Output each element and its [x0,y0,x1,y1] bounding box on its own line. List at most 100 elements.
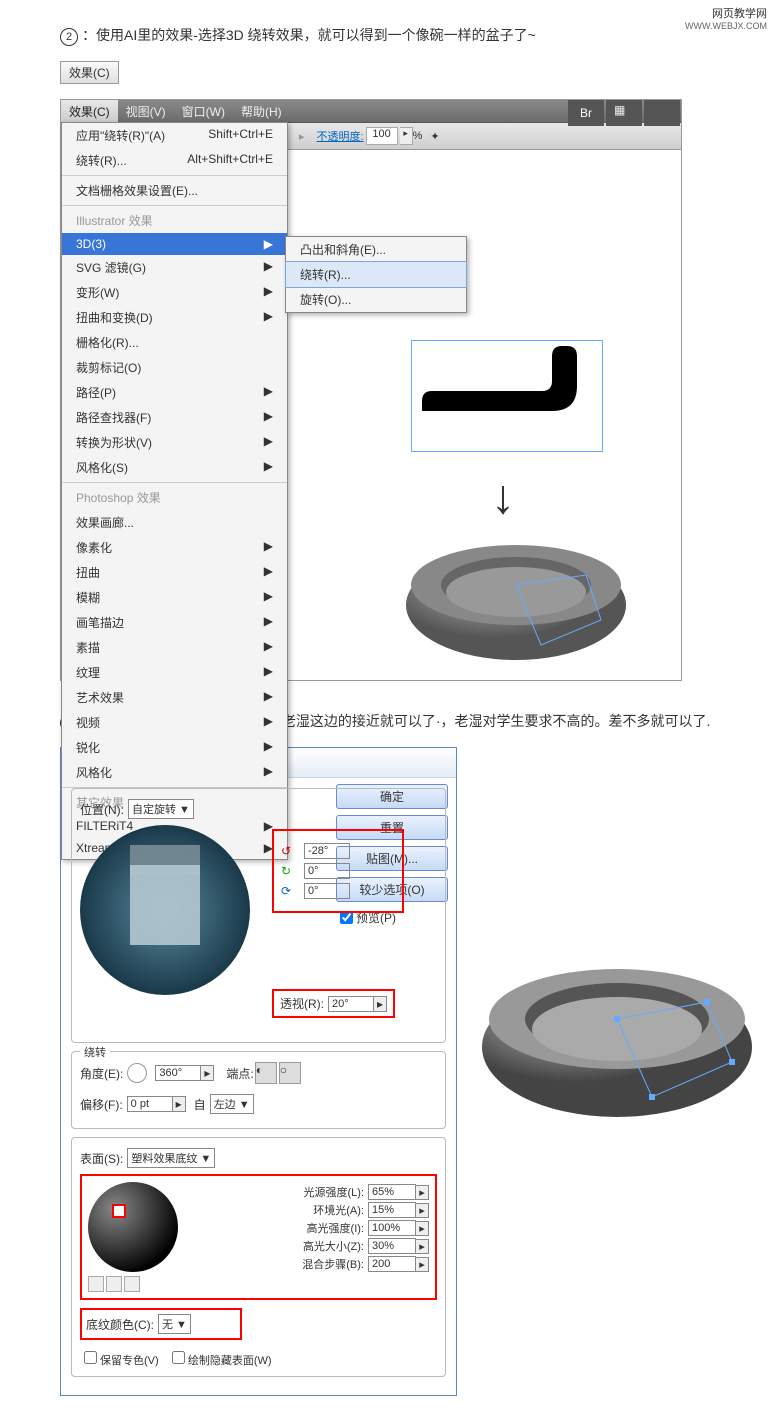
highlight-size-input[interactable]: 30% [368,1238,416,1254]
li-stepper[interactable]: ▸ [416,1185,429,1200]
offset-input[interactable]: 0 pt [127,1096,173,1112]
draw-hidden-label: 绘制隐藏表面(W) [188,1355,272,1367]
light-delete-icon[interactable] [124,1276,140,1292]
light-new-icon[interactable] [106,1276,122,1292]
rotation-angles: ↺ -28° ↻ 0° ⟳ 0° [272,829,404,913]
ambient-input[interactable]: 15% [368,1202,416,1218]
highlight-intensity-label: 高光强度(I): [307,1220,364,1236]
position-select[interactable]: 自定旋转 ▼ [128,799,194,819]
perspective-stepper[interactable]: ▸ [374,996,387,1012]
effect-dropdown: 应用"绕转(R)"(A)Shift+Ctrl+E 绕转(R)...Alt+Shi… [61,122,288,860]
angle-input[interactable]: 360° [155,1065,201,1081]
y-axis-icon: ↻ [278,863,294,879]
opacity-label: 不透明度: [317,128,364,144]
keep-spot-label: 保留专色(V) [100,1355,159,1367]
menu-help[interactable]: 帮助(H) [233,100,290,122]
menu-window[interactable]: 窗口(W) [174,100,233,122]
opacity-stepper[interactable]: ▸ [400,127,413,145]
dd-sharpen[interactable]: 锐化▶ [62,735,287,760]
sm-extrude[interactable]: 凸出和斜角(E)... [286,237,466,262]
hs-stepper[interactable]: ▸ [416,1239,429,1254]
cap-off-icon[interactable]: ○ [279,1062,301,1084]
dd-svg[interactable]: SVG 滤镜(G)▶ [62,255,287,280]
effect-button[interactable]: 效果(C) [60,61,119,84]
dd-revolve[interactable]: 绕转(R)...Alt+Shift+Ctrl+E [62,148,287,173]
menu-effect[interactable]: 效果(C) [61,100,118,122]
dd-gallery[interactable]: 效果画廊... [62,510,287,535]
offset-label: 偏移(F): [80,1096,123,1113]
blend-steps-label: 混合步骤(B): [302,1256,364,1272]
z-axis-icon: ⟳ [278,883,294,899]
dd-ps-header: Photoshop 效果 [62,485,287,510]
menu-view[interactable]: 视图(V) [118,100,174,122]
amb-stepper[interactable]: ▸ [416,1203,429,1218]
dd-3d[interactable]: 3D(3)▶ [62,233,287,255]
dd-distort-ps[interactable]: 扭曲▶ [62,560,287,585]
dd-distort[interactable]: 扭曲和变换(D)▶ [62,305,287,330]
blend-steps-input[interactable]: 200 [368,1256,416,1272]
watermark-line1: 网页教学网 [685,5,767,21]
watermark: 网页教学网 WWW.WEBJX.COM [685,5,767,31]
from-select[interactable]: 左边 ▼ [210,1094,254,1114]
rotation-preview[interactable] [80,825,250,995]
bs-stepper[interactable]: ▸ [416,1257,429,1272]
screenshot-1: 效果(C) 视图(V) 窗口(W) 帮助(H) Br ▦ ▸ 不透明度: 100… [60,99,682,681]
sm-revolve[interactable]: 绕转(R)... [285,261,467,288]
dd-sketch[interactable]: 素描▶ [62,635,287,660]
submenu-3d: 凸出和斜角(E)... 绕转(R)... 旋转(O)... [285,236,467,313]
dd-blur[interactable]: 模糊▶ [62,585,287,610]
surface-select[interactable]: 塑料效果底纹 ▼ [127,1148,215,1168]
cap-on-icon[interactable]: ◐ [255,1062,277,1084]
dd-rasterize[interactable]: 栅格化(R)... [62,330,287,355]
dd-path[interactable]: 路径(P)▶ [62,380,287,405]
x-axis-icon: ↺ [278,843,294,859]
br-icon[interactable]: Br [568,100,604,126]
shade-color-label: 底纹颜色(C): [86,1316,154,1333]
light-back-icon[interactable] [88,1276,104,1292]
revolve-section-label: 绕转 [80,1044,110,1060]
dd-apply[interactable]: 应用"绕转(R)"(A)Shift+Ctrl+E [62,123,287,148]
position-label: 位置(N): [80,801,124,818]
dd-brush[interactable]: 画笔描边▶ [62,610,287,635]
offset-stepper[interactable]: ▸ [173,1096,186,1112]
result-bowl-2 [477,947,757,1127]
dd-pathfinder[interactable]: 路径查找器(F)▶ [62,405,287,430]
wand-icon[interactable]: ✦ [430,130,439,143]
percent-label: % [413,130,423,142]
surface-label: 表面(S): [80,1150,123,1167]
revolve-dialog: 3D 绕转选项 确定 重置 贴图(M)... 较少选项(O) 预览(P) 位置(… [60,747,457,1396]
dd-video[interactable]: 视频▶ [62,710,287,735]
dd-convert[interactable]: 转换为形状(V)▶ [62,430,287,455]
layout-icon[interactable]: ▦ [606,100,642,126]
angle-stepper[interactable]: ▸ [201,1065,214,1081]
ambient-label: 环境光(A): [313,1202,364,1218]
shade-color-select[interactable]: 无 ▼ [158,1314,191,1334]
dd-texture[interactable]: 纹理▶ [62,660,287,685]
draw-hidden-checkbox[interactable] [172,1351,185,1364]
perspective-input[interactable]: 20° [328,996,374,1012]
z-angle-input[interactable]: 0° [304,883,350,899]
from-label: 自 [194,1096,206,1113]
dd-ill-header: Illustrator 效果 [62,208,287,233]
dd-stylize-ai[interactable]: 风格化(S)▶ [62,455,287,480]
step2-text: 2：使用AI里的效果-选择3D 绕转效果，就可以得到一个像碗一样的盆子了~ [60,25,757,46]
light-preview[interactable] [88,1182,178,1272]
light-marker[interactable] [112,1204,126,1218]
result-bowl-1 [401,530,631,670]
dd-cropmarks[interactable]: 裁剪标记(O) [62,355,287,380]
source-shape[interactable] [411,340,603,452]
x-angle-input[interactable]: -28° [304,843,350,859]
keep-spot-checkbox[interactable] [84,1351,97,1364]
y-angle-input[interactable]: 0° [304,863,350,879]
angle-dial[interactable] [127,1063,147,1083]
sm-rotate[interactable]: 旋转(O)... [286,287,466,312]
opacity-input[interactable]: 100 [366,127,398,145]
dd-warp[interactable]: 变形(W)▶ [62,280,287,305]
dd-pixelate[interactable]: 像素化▶ [62,535,287,560]
light-intensity-input[interactable]: 65% [368,1184,416,1200]
dd-artistic[interactable]: 艺术效果▶ [62,685,287,710]
dd-docraster[interactable]: 文档栅格效果设置(E)... [62,178,287,203]
highlight-intensity-input[interactable]: 100% [368,1220,416,1236]
search-icon[interactable] [644,100,680,126]
hi-stepper[interactable]: ▸ [416,1221,429,1236]
